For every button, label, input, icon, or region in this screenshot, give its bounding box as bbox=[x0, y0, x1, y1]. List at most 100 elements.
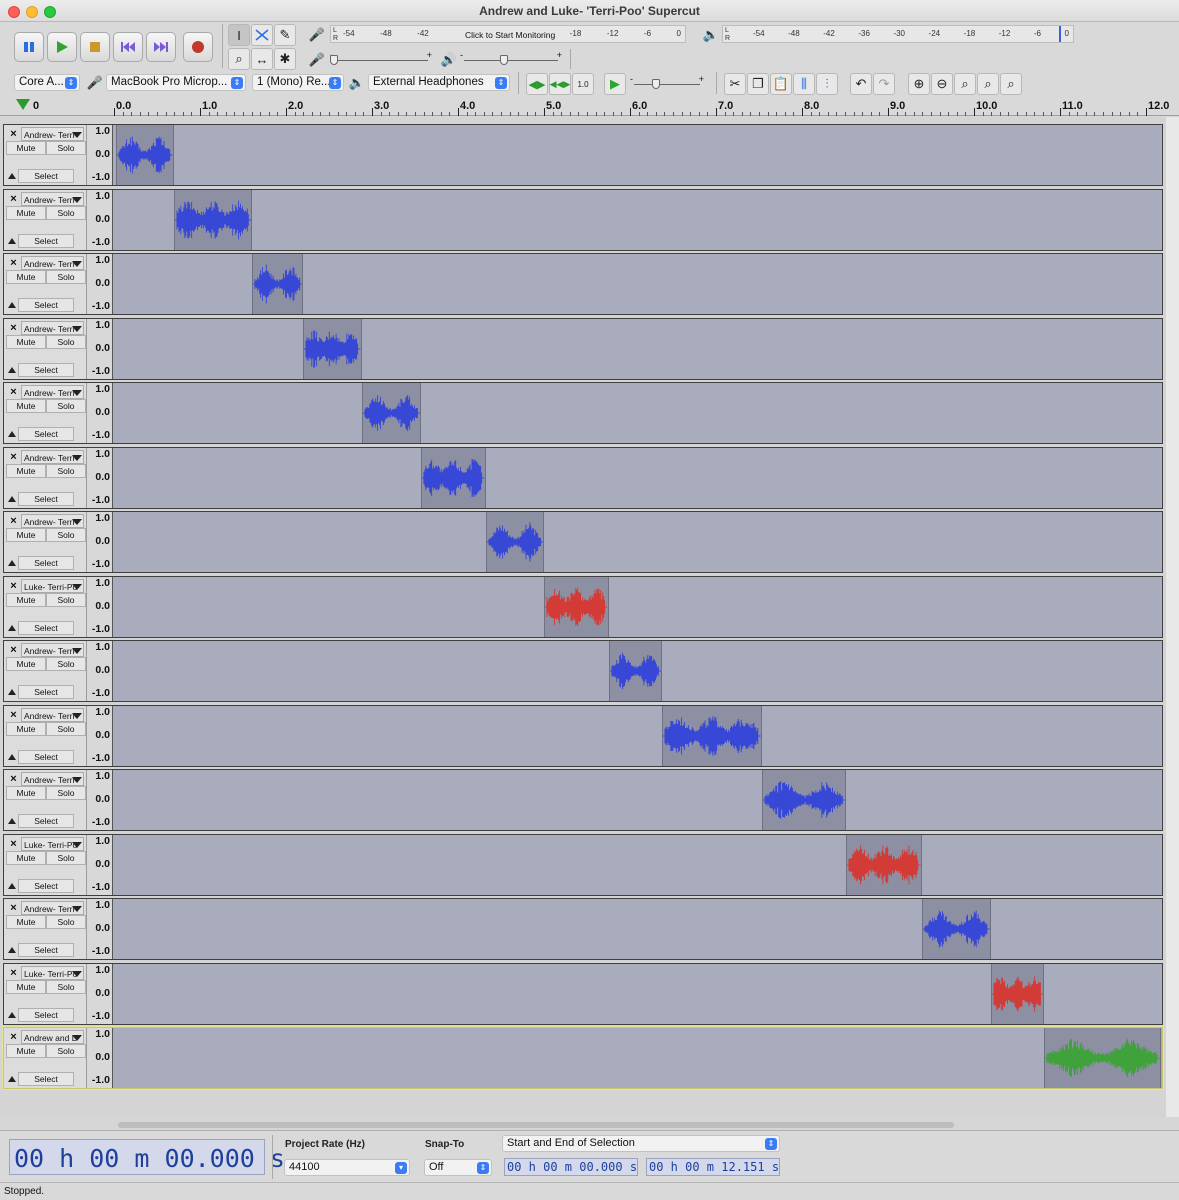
close-track-button[interactable]: × bbox=[7, 902, 20, 915]
audio-clip[interactable] bbox=[608, 641, 663, 701]
track-control-panel[interactable]: × Luke- Terri-Po Mute Solo Select bbox=[4, 963, 87, 1024]
track-control-panel[interactable]: × Andrew- Terri- Mute Solo Select bbox=[4, 705, 87, 766]
collapse-track-icon[interactable] bbox=[8, 1011, 16, 1018]
amplitude-scale[interactable]: 1.0 0.0 -1.0 bbox=[88, 770, 113, 830]
track-name-menu[interactable]: Andrew- Terri- bbox=[21, 191, 84, 206]
amplitude-scale[interactable]: 1.0 0.0 -1.0 bbox=[88, 1028, 113, 1088]
close-track-button[interactable]: × bbox=[7, 128, 20, 141]
select-track-button[interactable]: Select bbox=[18, 427, 74, 441]
collapse-track-icon[interactable] bbox=[8, 624, 16, 631]
audio-clip[interactable] bbox=[761, 770, 847, 830]
solo-button[interactable]: Solo bbox=[46, 915, 86, 929]
amplitude-scale[interactable]: 1.0 0.0 -1.0 bbox=[88, 963, 113, 1024]
collapse-track-icon[interactable] bbox=[8, 818, 16, 824]
record-meter-icon[interactable]: 🎤 bbox=[306, 24, 328, 46]
audio-clip[interactable] bbox=[1043, 1028, 1161, 1088]
track-control-panel[interactable]: × Andrew and L Mute Solo Select bbox=[4, 1028, 87, 1088]
close-track-button[interactable]: × bbox=[7, 193, 20, 206]
play-at-speed-button[interactable]: ▶ bbox=[604, 73, 626, 95]
audio-clip[interactable] bbox=[921, 899, 991, 959]
playback-meter-icon[interactable]: 🔈 bbox=[700, 24, 722, 46]
mute-button[interactable]: Mute bbox=[6, 334, 46, 349]
track-control-panel[interactable]: × Andrew- Terri- Mute Solo Select bbox=[4, 512, 87, 572]
audio-track[interactable]: × Luke- Terri-Po Mute Solo Select 1.0 0.… bbox=[3, 575, 1163, 638]
select-track-button[interactable]: Select bbox=[18, 878, 74, 893]
amplitude-scale[interactable]: 1.0 0.0 -1.0 bbox=[88, 576, 113, 637]
mute-button[interactable]: Mute bbox=[6, 850, 46, 865]
close-track-button[interactable]: × bbox=[7, 838, 20, 851]
amplitude-scale[interactable]: 1.0 0.0 -1.0 bbox=[88, 512, 113, 572]
waveform-area[interactable] bbox=[113, 576, 1162, 637]
waveform-area[interactable] bbox=[113, 125, 1162, 185]
playback-volume-slider[interactable]: - + bbox=[458, 50, 564, 68]
track-name-menu[interactable]: Andrew- Terri- bbox=[21, 320, 84, 335]
audio-track[interactable]: × Luke- Terri-Po Mute Solo Select 1.0 0.… bbox=[3, 962, 1163, 1025]
horizontal-scrollbar[interactable] bbox=[118, 1122, 954, 1128]
skip-to-start-button[interactable] bbox=[113, 32, 143, 62]
amplitude-scale[interactable]: 1.0 0.0 -1.0 bbox=[88, 641, 113, 701]
timeline-ruler[interactable]: 0 0.0 1.0 2.0 3.0 4.0 5.0 6.0 7.0 8.0 9.0 10.0 11.0… bbox=[0, 96, 1179, 116]
collapse-track-icon[interactable] bbox=[8, 689, 16, 695]
selection-mode-select[interactable]: Start and End of Selection ⇕ bbox=[502, 1135, 780, 1152]
track-name-menu[interactable]: Luke- Terri-Po bbox=[21, 836, 84, 851]
audio-clip[interactable] bbox=[662, 705, 762, 766]
silence-audio-button[interactable]: ⫶ bbox=[816, 73, 838, 95]
zoom-out-button[interactable]: ⊖ bbox=[931, 73, 953, 95]
mute-button[interactable]: Mute bbox=[6, 786, 46, 800]
track-name-menu[interactable]: Andrew- Terri- bbox=[21, 772, 84, 786]
cut-button[interactable]: ✂ bbox=[724, 73, 746, 95]
collapse-track-icon[interactable] bbox=[8, 173, 16, 179]
redo-button[interactable]: ↷ bbox=[873, 73, 895, 95]
solo-button[interactable]: Solo bbox=[46, 592, 86, 607]
solo-button[interactable]: Solo bbox=[46, 850, 86, 865]
speed-setting[interactable]: 1.0 bbox=[572, 73, 594, 95]
mute-button[interactable]: Mute bbox=[6, 463, 46, 478]
waveform-area[interactable] bbox=[113, 899, 1162, 959]
recording-device-select[interactable]: MacBook Pro Microp... ⇕ bbox=[106, 74, 246, 91]
track-name-menu[interactable]: Luke- Terri-Po bbox=[21, 578, 84, 593]
solo-button[interactable]: Solo bbox=[46, 463, 86, 478]
audio-host-select[interactable]: Core A... ⇕ bbox=[14, 74, 80, 91]
start-monitoring-message[interactable]: Click to Start Monitoring bbox=[463, 30, 558, 40]
amplitude-scale[interactable]: 1.0 0.0 -1.0 bbox=[88, 383, 113, 443]
paste-button[interactable]: 📋 bbox=[770, 73, 792, 95]
mute-button[interactable]: Mute bbox=[6, 979, 46, 994]
playback-volume-knob[interactable] bbox=[500, 55, 508, 65]
solo-button[interactable]: Solo bbox=[46, 141, 86, 155]
mute-button[interactable]: Mute bbox=[6, 721, 46, 736]
solo-button[interactable]: Solo bbox=[46, 270, 86, 284]
track-control-panel[interactable]: × Luke- Terri-Po Mute Solo Select bbox=[4, 834, 87, 895]
vertical-scrollbar[interactable] bbox=[1166, 117, 1179, 1117]
record-meter[interactable]: LR -54 -48 -42 -18 -12 -6 0 Click to Sta… bbox=[330, 25, 686, 43]
audio-track[interactable]: × Andrew- Terri- Mute Solo Select 1.0 0.… bbox=[3, 446, 1163, 509]
playback-meter[interactable]: LR -54 -48 -42 -36 -30 -24 -18 -12 -6 0 bbox=[722, 25, 1074, 43]
select-track-button[interactable]: Select bbox=[18, 943, 74, 957]
audio-clip[interactable] bbox=[846, 834, 922, 895]
solo-button[interactable]: Solo bbox=[46, 1044, 86, 1058]
collapse-track-icon[interactable] bbox=[8, 302, 16, 308]
select-track-button[interactable]: Select bbox=[18, 169, 74, 183]
audio-track[interactable]: × Andrew- Terri- Mute Solo Select 1.0 0.… bbox=[3, 317, 1163, 380]
solo-button[interactable]: Solo bbox=[46, 657, 86, 671]
track-control-panel[interactable]: × Andrew- Terri- Mute Solo Select bbox=[4, 641, 87, 701]
audio-track[interactable]: × Andrew- Terri- Mute Solo Select 1.0 0.… bbox=[3, 704, 1163, 767]
track-name-menu[interactable]: Andrew and L bbox=[21, 1030, 84, 1044]
track-name-menu[interactable]: Andrew- Terri- bbox=[21, 514, 84, 528]
track-control-panel[interactable]: × Andrew- Terri- Mute Solo Select bbox=[4, 254, 87, 314]
waveform-area[interactable] bbox=[113, 834, 1162, 895]
fit-project-zoom-button[interactable]: ⌕ bbox=[977, 73, 999, 95]
select-track-button[interactable]: Select bbox=[18, 1072, 74, 1086]
mute-button[interactable]: Mute bbox=[6, 399, 46, 413]
record-button[interactable] bbox=[183, 32, 213, 62]
waveform-area[interactable] bbox=[113, 705, 1162, 766]
track-name-menu[interactable]: Andrew- Terri- bbox=[21, 901, 84, 915]
record-volume-knob[interactable] bbox=[330, 55, 338, 65]
track-name-menu[interactable]: Andrew- Terri- bbox=[21, 707, 84, 722]
audio-clip[interactable] bbox=[990, 963, 1044, 1024]
waveform-area[interactable] bbox=[113, 318, 1162, 379]
waveform-area[interactable] bbox=[113, 254, 1162, 314]
amplitude-scale[interactable]: 1.0 0.0 -1.0 bbox=[88, 125, 113, 185]
stop-button[interactable] bbox=[80, 32, 110, 62]
close-track-button[interactable]: × bbox=[7, 1031, 20, 1044]
skip-to-end-button[interactable] bbox=[146, 32, 176, 62]
